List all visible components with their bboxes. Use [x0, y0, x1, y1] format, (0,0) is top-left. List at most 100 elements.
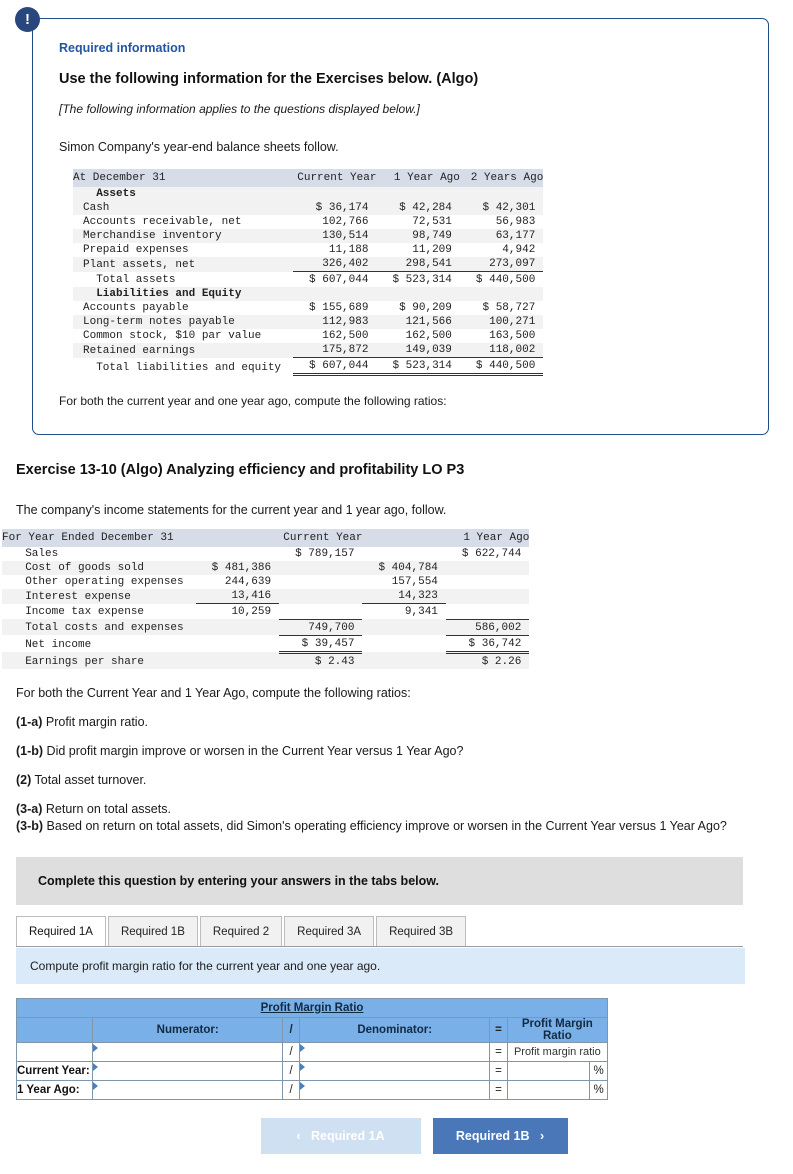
row-value: 63,177 [459, 229, 544, 243]
row-label: Assets [73, 187, 294, 201]
row-value [459, 287, 544, 301]
row-cy-sub: 13,416 [195, 589, 280, 604]
tab-required-1a[interactable]: Required 1A [16, 915, 106, 947]
balance-sheet-table: At December 31 Current Year 1 Year Ago 2 Ye… [73, 169, 544, 376]
table-row: Accounts payable $ 155,689 $ 90,209 $ 58,72… [73, 301, 543, 315]
answer-row: 1 Year Ago: / =% [15, 1079, 608, 1100]
row-value: 298,541 [376, 257, 460, 272]
percent-symbol: % [589, 1060, 608, 1081]
row-cy-total: $ 789,157 [295, 548, 355, 560]
equals-symbol: = [489, 1041, 508, 1062]
row-value: 72,531 [412, 216, 452, 228]
table-row: Net income $ 39,457 $ 36,742 [2, 634, 530, 654]
answer-table-wrap: Profit Margin Ratio Numerator: / Denomin… [15, 997, 793, 1100]
row-value: 162,500 [322, 330, 369, 342]
numerator-input[interactable] [92, 1079, 283, 1100]
row-label: Total assets [83, 274, 176, 286]
row-value: 163,500 [489, 330, 536, 342]
numerator-input[interactable] [92, 1041, 283, 1062]
header-numerator: Numerator: [92, 1016, 283, 1043]
row-value: $ 607,044 [293, 357, 377, 376]
exercise-title: Exercise 13-10 (Algo) Analyzing efficien… [16, 462, 465, 478]
row-value: 326,402 [293, 257, 377, 272]
question-text: Profit margin ratio. [42, 714, 148, 729]
previous-requirement-button[interactable]: ‹ Required 1A [260, 1117, 421, 1154]
exclamation-icon: ! [15, 7, 40, 32]
row-value: $ 42,301 [459, 201, 544, 215]
question-number: (2) [16, 772, 32, 787]
result-hint: Profit margin ratio [506, 1041, 609, 1062]
row-label: Long-term notes payable [73, 315, 294, 329]
questions-intro: For both the Current Year and 1 Year Ago… [16, 685, 411, 700]
row-py-total: 586,002 [445, 618, 530, 635]
question-text: Based on return on total assets, did Sim… [43, 818, 727, 833]
answer-table-title: Profit Margin Ratio [16, 997, 608, 1018]
table-row: Total costs and expenses 749,700 586,002 [2, 618, 530, 635]
slash-symbol: / [281, 1060, 301, 1081]
table-row: Liabilities and Equity [73, 287, 544, 301]
answer-table-header-row: Numerator: / Denominator: = Profit Margi… [15, 1016, 609, 1043]
required-information-panel: ! Required information Use the following… [15, 7, 769, 435]
complete-question-banner: Complete this question by entering your … [16, 856, 743, 905]
is-header-py-sub [362, 529, 446, 547]
row-value: 162,500 [405, 330, 452, 342]
header-blank [15, 1016, 94, 1043]
row-value: 118,002 [459, 343, 544, 358]
question-item: (3-b) Based on return on total assets, d… [16, 819, 793, 833]
row-value: 56,983 [495, 216, 536, 228]
row-py-sub: $ 404,784 [362, 561, 446, 575]
answer-table-title-row: Profit Margin Ratio [16, 997, 608, 1018]
next-requirement-button[interactable]: Required 1B › [432, 1117, 568, 1154]
numerator-input[interactable] [92, 1060, 283, 1081]
table-row: Long-term notes payable 112,983 121,566 100… [73, 315, 544, 329]
row-value: $ 440,500 [459, 271, 544, 287]
required-information-note: [The following information applies to th… [59, 102, 420, 116]
question-item: (3-a) Return on total assets. [16, 802, 793, 816]
is-header-cy-sub [195, 529, 280, 547]
row-value: $ 42,284 [376, 201, 460, 215]
row-value: $ 36,174 [293, 201, 377, 215]
tab-label: Required 3A [297, 925, 362, 938]
row-value: $ 523,314 [376, 357, 460, 376]
row-py-total [445, 561, 530, 575]
tab-required-2[interactable]: Required 2 [199, 915, 283, 947]
equals-symbol: = [489, 1060, 508, 1081]
table-row: Assets [73, 187, 544, 201]
question-text: Return on total assets. [42, 801, 171, 816]
tab-label: Required 1A [29, 925, 93, 938]
row-label: Common stock, $10 par value [83, 330, 262, 342]
result-input[interactable] [506, 1060, 591, 1081]
table-row: Retained earnings 175,872 149,039 118,002 [73, 343, 544, 358]
is-header-py: 1 Year Ago [445, 529, 530, 547]
denominator-input[interactable] [299, 1079, 491, 1100]
header-result: Profit Margin Ratio [506, 1016, 609, 1043]
denominator-input[interactable] [299, 1041, 491, 1062]
row-label: Plant assets, net [73, 257, 294, 272]
row-value: $ 90,209 [399, 302, 452, 314]
required-information-box: Required information Use the following i… [32, 18, 769, 435]
percent-symbol: % [589, 1079, 608, 1100]
tab-required-1b[interactable]: Required 1B [107, 915, 198, 947]
row-label: Cost of goods sold [2, 561, 196, 575]
question-item: (2) Total asset turnover. [16, 773, 793, 787]
question-item: (1-b) Did profit margin improve or worse… [16, 744, 793, 758]
row-cy-total: 749,700 [279, 618, 363, 635]
row-py-sub [362, 619, 446, 635]
income-statement-lead: The company's income statements for the … [16, 503, 447, 517]
row-label: Interest expense [2, 589, 196, 604]
tab-required-3a[interactable]: Required 3A [284, 915, 375, 947]
row-value: 102,766 [322, 216, 369, 228]
denominator-input[interactable] [299, 1060, 491, 1081]
row-value [293, 187, 377, 201]
chevron-right-icon: › [539, 1128, 545, 1143]
row-label: Total costs and expenses [2, 619, 196, 635]
table-row: Total liabilities and equity $ 607,044 $ 5… [73, 357, 544, 376]
result-input[interactable] [506, 1079, 591, 1100]
row-value: 130,514 [293, 229, 377, 243]
row-label: Other operating expenses [12, 576, 184, 588]
tab-required-3b[interactable]: Required 3B [376, 915, 467, 947]
question-item: (1-a) Profit margin ratio. [16, 715, 793, 729]
row-py-total: $ 36,742 [445, 634, 530, 654]
required-information-title: Required information [59, 41, 186, 55]
table-row: Earnings per share $ 2.43 $ 2.26 [2, 651, 530, 669]
